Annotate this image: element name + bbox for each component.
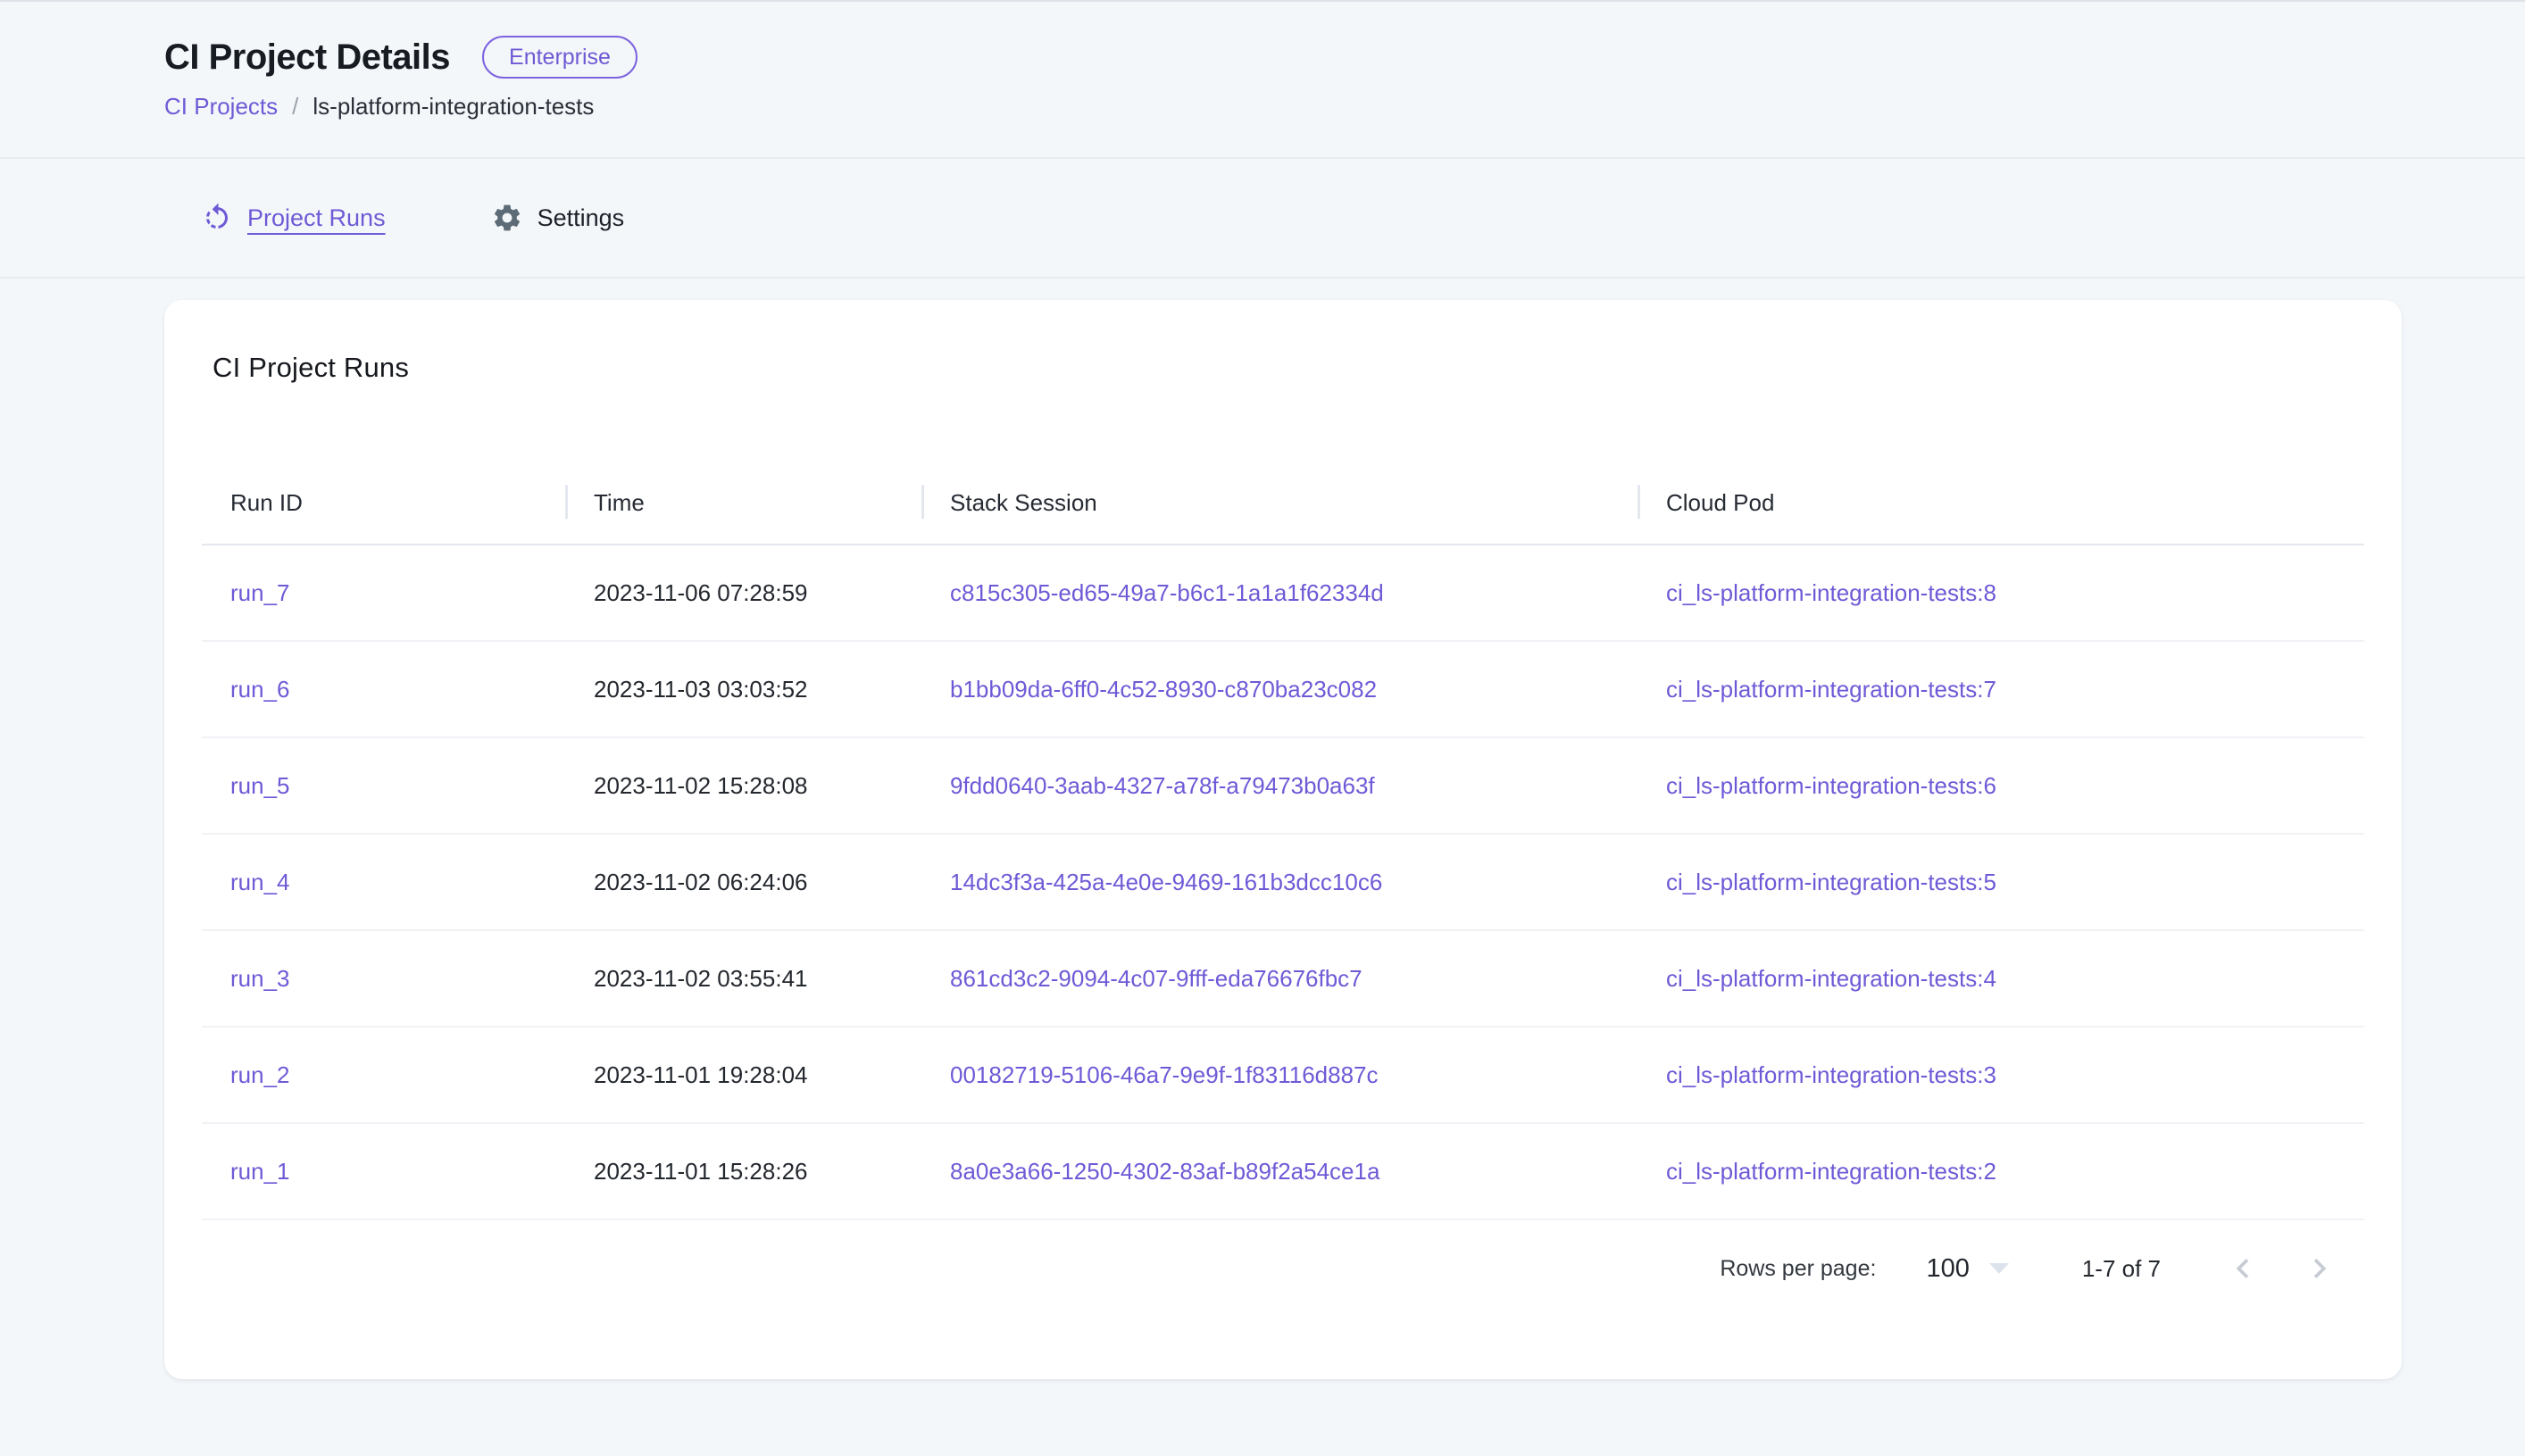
stack-session-link[interactable]: 861cd3c2-9094-4c07-9fff-eda76676fbc7: [950, 965, 1362, 992]
time-cell: 2023-11-02 06:24:06: [565, 834, 921, 930]
cloud-pod-cell: ci_ls-platform-integration-tests:2: [1638, 1123, 2364, 1219]
cloud-pod-cell: ci_ls-platform-integration-tests:4: [1638, 930, 2364, 1027]
table-header-row: Run ID Time Stack Session Cloud Pod: [202, 466, 2364, 545]
stack-session-link[interactable]: 14dc3f3a-425a-4e0e-9469-161b3dcc10c6: [950, 869, 1382, 895]
pagination-bar: Rows per page: 100 1-7 of 7: [202, 1244, 2364, 1294]
rotate-left-icon: [201, 202, 233, 234]
cloud-pod-cell: ci_ls-platform-integration-tests:8: [1638, 545, 2364, 641]
run-id-cell: run_2: [202, 1027, 565, 1123]
card-heading: CI Project Runs: [212, 352, 2364, 384]
stack-session-link[interactable]: b1bb09da-6ff0-4c52-8930-c870ba23c082: [950, 676, 1377, 703]
cloud-pod-cell: ci_ls-platform-integration-tests:7: [1638, 641, 2364, 737]
column-header-stack-session: Stack Session: [921, 466, 1638, 545]
column-header-run-id: Run ID: [202, 466, 565, 545]
stack-session-cell: 00182719-5106-46a7-9e9f-1f83116d887c: [921, 1027, 1638, 1123]
cloud-pod-link[interactable]: ci_ls-platform-integration-tests:4: [1666, 965, 1996, 992]
column-header-cloud-pod: Cloud Pod: [1638, 466, 2364, 545]
run-id-cell: run_6: [202, 641, 565, 737]
stack-session-cell: c815c305-ed65-49a7-b6c1-1a1a1f62334d: [921, 545, 1638, 641]
stack-session-cell: 8a0e3a66-1250-4302-83af-b89f2a54ce1a: [921, 1123, 1638, 1219]
cloud-pod-cell: ci_ls-platform-integration-tests:6: [1638, 737, 2364, 834]
rows-per-page-select[interactable]: 100: [1926, 1254, 2008, 1284]
run-id-cell: run_5: [202, 737, 565, 834]
cloud-pod-link[interactable]: ci_ls-platform-integration-tests:7: [1666, 676, 1996, 703]
column-divider: [1638, 485, 1640, 519]
tab-bar: Project Runs Settings: [0, 159, 2525, 279]
run-id-cell: run_4: [202, 834, 565, 930]
run-link[interactable]: run_7: [230, 579, 290, 606]
table-row: run_4 2023-11-02 06:24:06 14dc3f3a-425a-…: [202, 834, 2364, 930]
time-cell: 2023-11-06 07:28:59: [565, 545, 921, 641]
cloud-pod-link[interactable]: ci_ls-platform-integration-tests:5: [1666, 869, 1996, 895]
run-link[interactable]: run_5: [230, 772, 290, 799]
stack-session-cell: b1bb09da-6ff0-4c52-8930-c870ba23c082: [921, 641, 1638, 737]
chevron-right-icon: [2300, 1249, 2339, 1288]
column-header-time: Time: [565, 466, 921, 545]
cloud-pod-link[interactable]: ci_ls-platform-integration-tests:8: [1666, 579, 1996, 606]
time-cell: 2023-11-01 19:28:04: [565, 1027, 921, 1123]
run-link[interactable]: run_6: [230, 676, 290, 703]
stack-session-cell: 9fdd0640-3aab-4327-a78f-a79473b0a63f: [921, 737, 1638, 834]
pagination-range: 1-7 of 7: [2082, 1255, 2161, 1283]
cloud-pod-link[interactable]: ci_ls-platform-integration-tests:3: [1666, 1061, 1996, 1088]
run-link[interactable]: run_2: [230, 1061, 290, 1088]
breadcrumb-parent-link[interactable]: CI Projects: [164, 93, 278, 121]
ci-project-runs-card: CI Project Runs Run ID Time Stack Sessio…: [164, 300, 2402, 1379]
rows-per-page-label: Rows per page:: [1720, 1256, 1876, 1282]
table-row: run_5 2023-11-02 15:28:08 9fdd0640-3aab-…: [202, 737, 2364, 834]
column-divider: [921, 485, 924, 519]
breadcrumb-separator: /: [292, 93, 298, 121]
breadcrumb: CI Projects / ls-platform-integration-te…: [164, 93, 2525, 121]
table-row: run_7 2023-11-06 07:28:59 c815c305-ed65-…: [202, 545, 2364, 641]
cloud-pod-cell: ci_ls-platform-integration-tests:5: [1638, 834, 2364, 930]
time-cell: 2023-11-02 15:28:08: [565, 737, 921, 834]
run-link[interactable]: run_1: [230, 1158, 290, 1185]
page-header: CI Project Details Enterprise CI Project…: [0, 2, 2525, 159]
column-divider: [565, 485, 568, 519]
table-row: run_6 2023-11-03 03:03:52 b1bb09da-6ff0-…: [202, 641, 2364, 737]
tab-settings-label: Settings: [538, 204, 625, 232]
table-row: run_2 2023-11-01 19:28:04 00182719-5106-…: [202, 1027, 2364, 1123]
chevron-left-icon: [2223, 1249, 2262, 1288]
main-content: CI Project Runs Run ID Time Stack Sessio…: [0, 279, 2525, 1379]
table-row: run_3 2023-11-02 03:55:41 861cd3c2-9094-…: [202, 930, 2364, 1027]
page-title: CI Project Details: [164, 37, 450, 78]
gear-icon: [491, 202, 523, 234]
previous-page-button[interactable]: [2223, 1249, 2262, 1288]
runs-table: Run ID Time Stack Session Cloud Pod run_…: [202, 466, 2364, 1220]
enterprise-badge: Enterprise: [482, 36, 638, 79]
run-link[interactable]: run_3: [230, 965, 290, 992]
breadcrumb-current: ls-platform-integration-tests: [312, 93, 594, 121]
dropdown-arrow-icon: [1989, 1263, 2009, 1274]
run-link[interactable]: run_4: [230, 869, 290, 895]
stack-session-cell: 861cd3c2-9094-4c07-9fff-eda76676fbc7: [921, 930, 1638, 1027]
cloud-pod-link[interactable]: ci_ls-platform-integration-tests:6: [1666, 772, 1996, 799]
run-id-cell: run_3: [202, 930, 565, 1027]
stack-session-link[interactable]: 9fdd0640-3aab-4327-a78f-a79473b0a63f: [950, 772, 1375, 799]
time-cell: 2023-11-03 03:03:52: [565, 641, 921, 737]
cloud-pod-cell: ci_ls-platform-integration-tests:3: [1638, 1027, 2364, 1123]
stack-session-link[interactable]: 00182719-5106-46a7-9e9f-1f83116d887c: [950, 1061, 1379, 1088]
stack-session-cell: 14dc3f3a-425a-4e0e-9469-161b3dcc10c6: [921, 834, 1638, 930]
cloud-pod-link[interactable]: ci_ls-platform-integration-tests:2: [1666, 1158, 1996, 1185]
tab-project-runs-label: Project Runs: [247, 204, 386, 232]
time-cell: 2023-11-02 03:55:41: [565, 930, 921, 1027]
time-cell: 2023-11-01 15:28:26: [565, 1123, 921, 1219]
rows-per-page-value: 100: [1926, 1254, 1969, 1284]
tab-project-runs[interactable]: Project Runs: [201, 202, 386, 234]
table-row: run_1 2023-11-01 15:28:26 8a0e3a66-1250-…: [202, 1123, 2364, 1219]
run-id-cell: run_7: [202, 545, 565, 641]
stack-session-link[interactable]: 8a0e3a66-1250-4302-83af-b89f2a54ce1a: [950, 1158, 1379, 1185]
run-id-cell: run_1: [202, 1123, 565, 1219]
stack-session-link[interactable]: c815c305-ed65-49a7-b6c1-1a1a1f62334d: [950, 579, 1384, 606]
tab-settings[interactable]: Settings: [491, 202, 625, 234]
next-page-button[interactable]: [2300, 1249, 2339, 1288]
